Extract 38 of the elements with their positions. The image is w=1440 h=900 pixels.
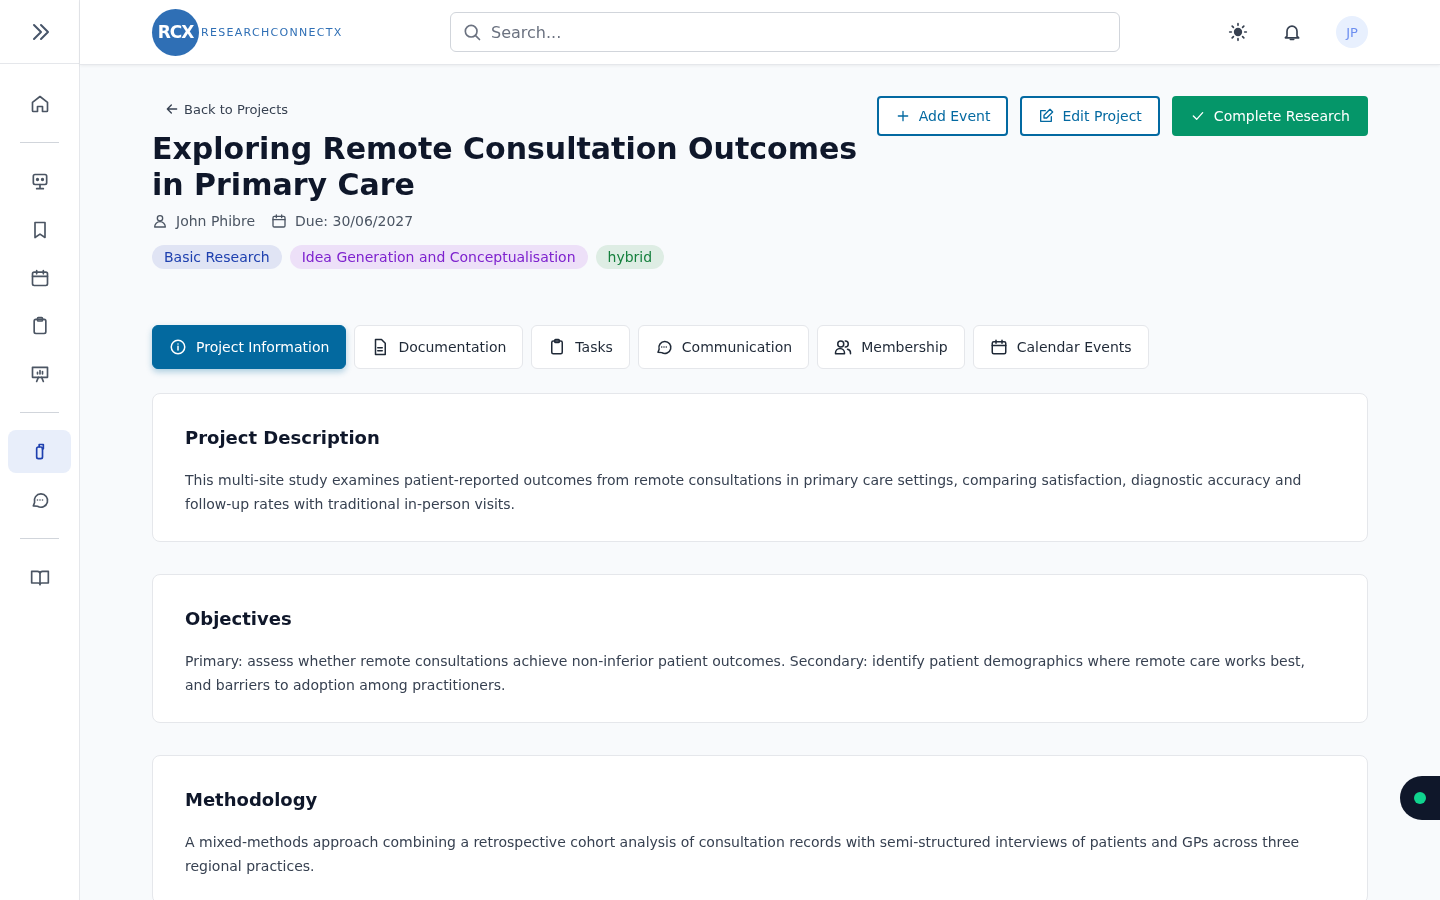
action-button[interactable]: Complete Research [1171, 96, 1368, 136]
chat-bubble-icon [654, 338, 673, 356]
back-link[interactable]: Back to Projects [164, 101, 872, 117]
users-icon [834, 338, 853, 356]
tag: hybrid [595, 245, 665, 269]
tab[interactable]: Communication [637, 325, 810, 369]
logo-text: RESEARCHCONNECTX [201, 25, 343, 39]
section-heading: Objectives [185, 608, 293, 629]
section-text: Primary: assess whether remote consultations achieve non-inferior patient outcomes. Secondary: identify patient demographics where remote care works best, and barriers to adoption among practitioners. [185, 652, 1306, 695]
tag: Basic Research [152, 245, 282, 269]
tag: Idea Generation and Conceptualisation [289, 245, 588, 269]
tab[interactable]: Project Information [152, 325, 347, 369]
calendar-icon [29, 267, 50, 288]
section-heading: Methodology [185, 789, 319, 810]
notifications-button[interactable] [1282, 22, 1302, 42]
section-heading: Project Description [185, 427, 381, 448]
tab[interactable]: Tasks [531, 325, 630, 369]
info-icon [169, 338, 187, 356]
theme-toggle-button[interactable] [1228, 22, 1248, 42]
section-text: A mixed-methods approach combining a retrospective cohort analysis of consultation records with semi-structured interviews of patients and GPs across three regional practices. [185, 833, 1301, 876]
edit-icon [1038, 108, 1055, 124]
logo-mark: RCX [152, 8, 199, 56]
arrow-left-icon [164, 101, 180, 117]
section-text: This multi-site study examines patient-reported outcomes from remote consultations in primary care settings, comparing satisfaction, diagnostic accuracy and follow-up rates with traditional in-person visits. [185, 471, 1303, 514]
calendar-icon [271, 213, 288, 229]
action-button[interactable]: Add Event [876, 96, 1009, 136]
user-icon [152, 213, 168, 229]
tab[interactable]: Documentation [354, 325, 524, 369]
home-icon [29, 93, 50, 114]
action-button[interactable]: Edit Project [1020, 96, 1160, 136]
calendar-icon [989, 338, 1008, 356]
tab[interactable]: Calendar Events [972, 325, 1149, 369]
owner-name: John Phibre [176, 213, 256, 229]
tab[interactable]: Membership [817, 325, 965, 369]
project-title: Exploring Remote Consultation Outcomes in Primary Care [152, 131, 859, 203]
due-date: Due: 30/06/2027 [295, 213, 414, 229]
status-toggle-button[interactable] [1400, 776, 1440, 820]
search-field[interactable]: Search... [450, 12, 1120, 52]
